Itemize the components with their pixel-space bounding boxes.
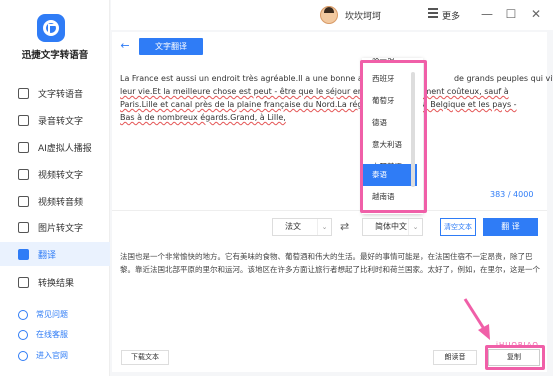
app-logo-icon [37, 14, 65, 42]
sidebar-item-video-to-audio[interactable]: 视频转音频 [0, 189, 110, 213]
source-line-4: Bas à de nombreux égards.Grand, à Lille, [120, 113, 286, 122]
sidebar-item-label: 录音转文字 [38, 116, 84, 127]
divider [112, 210, 547, 211]
sidebar-item-label: 翻译 [38, 250, 57, 261]
sidebar-item-results[interactable]: 转换结果 [0, 270, 110, 294]
results-icon [18, 276, 29, 288]
app-window: 迅捷文字转语音 文字转语音 录音转文字 AI虚拟人播报 视频转文字 视频转音频 … [0, 0, 553, 376]
sidebar-item-label: 转换结果 [38, 278, 75, 289]
username[interactable]: 坎坎坷坷 [345, 9, 381, 22]
sidebar: 迅捷文字转语音 文字转语音 录音转文字 AI虚拟人播报 视频转文字 视频转音频 … [0, 0, 110, 376]
source-line-3: Paris.Lille et canal près de la plaine f… [120, 100, 375, 109]
recording-icon [18, 114, 29, 126]
char-count: 383 / 4000 [490, 190, 534, 199]
sidebar-item-label: 图片转文字 [38, 223, 84, 234]
sidebar-item-text-to-speech[interactable]: 文字转语音 [0, 81, 110, 105]
clear-text-button[interactable]: 清空文本 [440, 218, 476, 236]
target-language-value: 简体中文 [375, 222, 407, 231]
sidebar-item-label: 文字转语音 [38, 89, 84, 100]
close-button[interactable]: ✕ [527, 5, 545, 23]
chevron-down-icon: ⌄ [317, 219, 331, 235]
target-language-select[interactable]: 简体中文 ⌄ [362, 218, 423, 236]
sidebar-item-image-to-text[interactable]: 图片转文字 [0, 215, 110, 239]
text-to-speech-icon [18, 87, 29, 99]
globe-icon [18, 350, 28, 361]
maximize-button[interactable]: ☐ [502, 5, 520, 23]
sidebar-item-label: 视频转音频 [38, 197, 84, 208]
watermark-text: iHUOBIAO [496, 341, 539, 349]
back-arrow-icon[interactable]: ← [118, 40, 132, 52]
support-icon [18, 329, 28, 340]
source-text-area[interactable]: La France est aussi un endroit très agré… [120, 72, 553, 124]
online-support-link[interactable]: 在线客服 [18, 329, 68, 340]
translate-button[interactable]: 翻 译 [483, 218, 538, 236]
video-icon [18, 168, 29, 180]
read-aloud-button[interactable]: 朗读音 [433, 350, 477, 365]
sidebar-item-label: 视频转文字 [38, 170, 84, 181]
source-line-1-right: de grands peuples qui vivent [453, 74, 553, 83]
source-line-1: La France est aussi un endroit très agré… [120, 74, 380, 83]
download-text-button[interactable]: 下载文本 [121, 350, 169, 365]
app-name: 迅捷文字转语音 [21, 50, 89, 61]
swap-icon[interactable]: ⇄ [340, 220, 349, 233]
sidebar-item-recording-to-text[interactable]: 录音转文字 [0, 108, 110, 132]
faq-link[interactable]: 常见问题 [18, 309, 68, 320]
avatar[interactable] [320, 6, 338, 24]
source-line-2: leur vie.Et la meilleure chose est peut … [120, 87, 392, 96]
website-link[interactable]: 进入官网 [18, 350, 68, 361]
sidebar-item-ai-avatar[interactable]: AI虚拟人播报 [0, 135, 110, 159]
source-language-value: 法文 [285, 222, 301, 231]
source-language-select[interactable]: 法文 ⌄ [272, 218, 332, 236]
highlight-box-dropdown [360, 60, 427, 213]
sidebar-item-video-to-text[interactable]: 视频转文字 [0, 162, 110, 186]
tab-text-translate[interactable]: 文字翻译 [139, 38, 203, 55]
minimize-button[interactable]: — [478, 5, 496, 23]
annotation-arrow-icon [463, 298, 490, 340]
ai-avatar-icon [18, 141, 29, 153]
output-text-area[interactable]: 法国也是一个非常愉快的地方。它有美味的食物、葡萄酒和伟大的生活。最好的事情可能是… [120, 250, 540, 276]
menu-icon[interactable] [428, 8, 438, 20]
image-icon [18, 221, 29, 233]
sidebar-item-label: AI虚拟人播报 [38, 143, 92, 154]
more-menu[interactable]: 更多 [442, 9, 460, 22]
translate-icon [18, 248, 29, 260]
faq-label: 常见问题 [36, 310, 68, 319]
sidebar-item-translate[interactable]: 翻译 [0, 242, 110, 266]
question-icon [18, 309, 28, 320]
video-audio-icon [18, 195, 29, 207]
support-label: 在线客服 [36, 330, 68, 339]
chevron-down-icon: ⌄ [408, 219, 422, 235]
website-label: 进入官网 [36, 351, 68, 360]
